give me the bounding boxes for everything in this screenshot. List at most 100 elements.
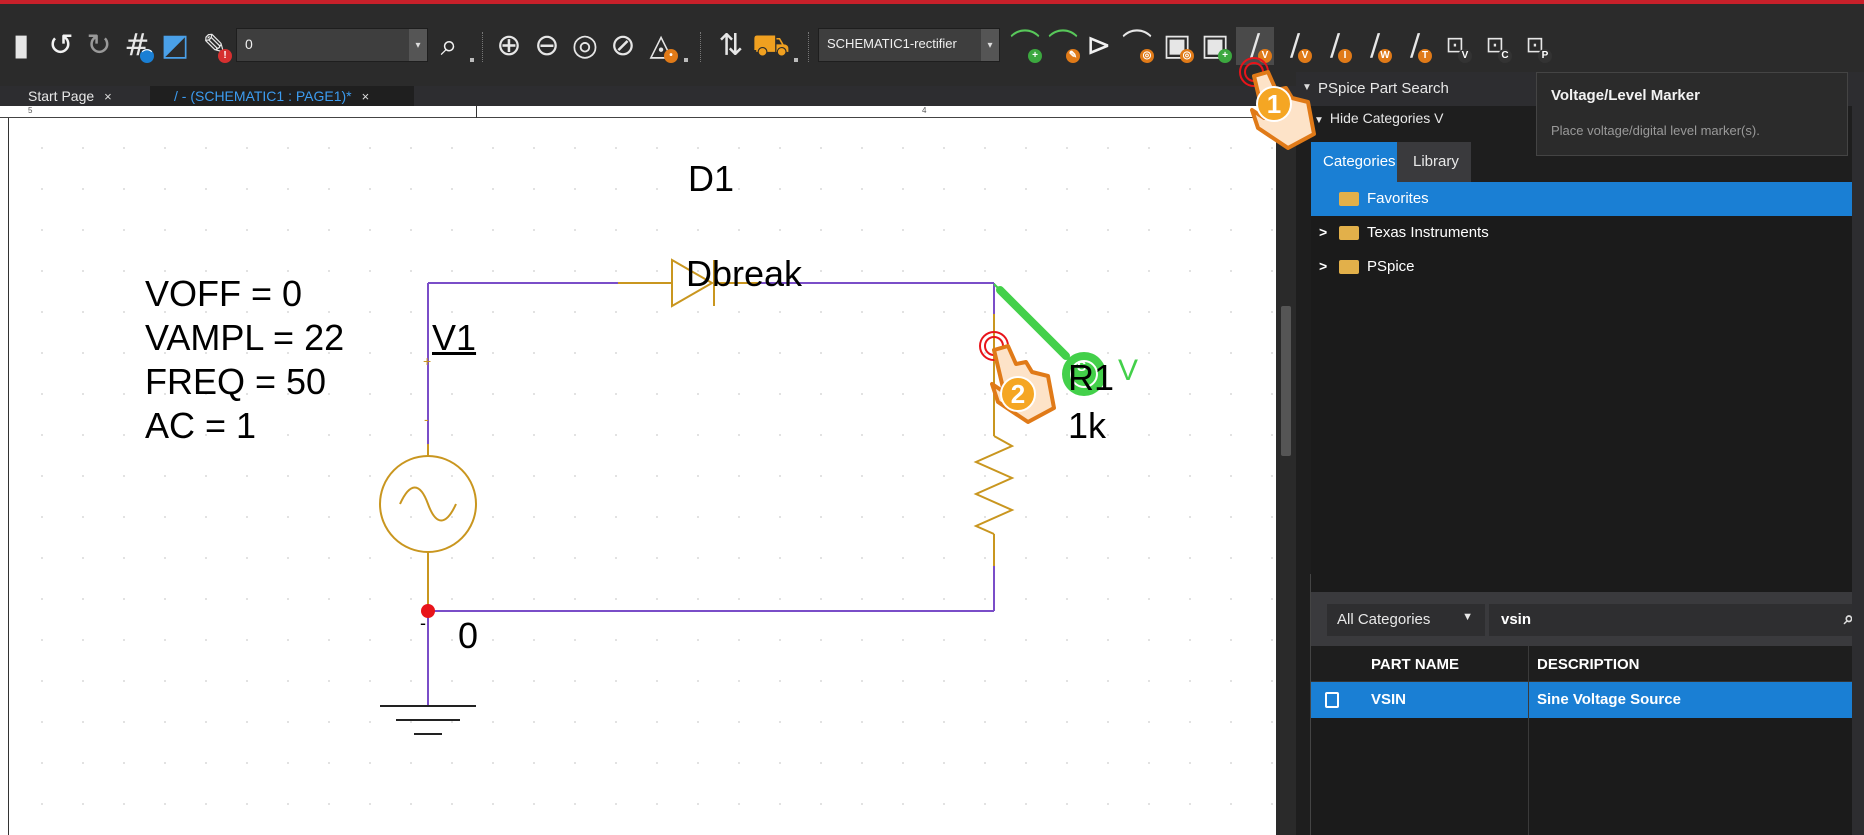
tooltip-description: Place voltage/digital level marker(s). [1551, 123, 1760, 138]
edit-profile-icon[interactable]: ⌒ ✎ [1044, 27, 1082, 65]
source-param-vampl[interactable]: VAMPL = 22 [145, 320, 344, 356]
tab-start-page[interactable]: Start Page × [0, 86, 150, 106]
vertical-scrollbar[interactable] [1276, 106, 1296, 835]
table-header: PART NAME DESCRIPTION [1311, 646, 1864, 682]
source-param-freq[interactable]: FREQ = 50 [145, 364, 326, 400]
chevron-down-icon[interactable]: ▼ [1462, 611, 1473, 623]
view-results-icon[interactable]: ⌒ ◎ [1118, 27, 1156, 65]
tree-item-label: Texas Instruments [1367, 224, 1489, 241]
tree-item-pspice[interactable]: > PSpice [1311, 250, 1864, 284]
grid-icon[interactable]: # ⌒ [118, 27, 156, 65]
panel-title: PSpice Part Search [1318, 80, 1449, 97]
folder-icon [1339, 192, 1359, 206]
design-select-value: SCHEMATIC1-rectifier [827, 36, 957, 51]
schematic-drawing [8, 118, 1276, 835]
chevron-down-icon[interactable]: ▾ [981, 29, 999, 61]
search-input-value: vsin [1501, 611, 1532, 628]
source-param-ac[interactable]: AC = 1 [145, 408, 256, 444]
app-window: ▮ ↺ ↻ # ⌒ ◩ ✎! 0 ▾ ⌕ ⊕ ⊖ ◎ ⊘ ◬ • ⇅ ⛟ SCHEM… [0, 0, 1864, 835]
new-profile-icon[interactable]: ⌒ + [1006, 27, 1044, 65]
toolbar-separator [482, 32, 483, 62]
chevron-right-icon[interactable]: > [1319, 258, 1327, 274]
undo-icon[interactable]: ↺ [42, 27, 80, 65]
document-tabbar: Start Page × / - (SCHEMATIC1 : PAGE1)* × [0, 86, 1296, 106]
paste-icon[interactable]: ▮ [2, 27, 40, 65]
cell-description: Sine Voltage Source [1537, 691, 1681, 708]
part-search-panel: ▼ PSpice Part Search ▼ Hide Categories V … [1296, 72, 1864, 835]
dropdown-dot[interactable] [470, 58, 474, 62]
resistor-value[interactable]: 1k [1068, 408, 1106, 444]
zoom-all-icon[interactable]: ⊘ [604, 27, 642, 65]
tree-item-label: Favorites [1367, 190, 1429, 207]
step-badge-1: 1 [1256, 86, 1292, 122]
chevron-down-icon[interactable]: ▾ [409, 29, 427, 61]
chevron-right-icon[interactable]: > [1319, 224, 1327, 240]
bias-current-icon[interactable]: ⊡ C [1476, 27, 1514, 65]
netlist-icon[interactable]: ▣ ◎ [1158, 27, 1196, 65]
temp-marker-icon[interactable]: ∕ T [1396, 27, 1434, 65]
part-chip-icon [1325, 692, 1339, 708]
tab-label: Start Page [28, 88, 95, 104]
area-select-icon[interactable]: ◩ [156, 27, 194, 65]
tab-schematic-page[interactable]: / - (SCHEMATIC1 : PAGE1)* × [150, 86, 414, 106]
resistor-ref[interactable]: R1 [1068, 360, 1114, 396]
bias-power-icon[interactable]: ⊡ P [1516, 27, 1554, 65]
drc-icon[interactable]: ✎! [196, 27, 234, 65]
cart-icon[interactable]: ⛟ [752, 27, 790, 65]
ground-label[interactable]: 0 [458, 618, 478, 654]
close-icon[interactable]: × [362, 89, 370, 104]
part-search-input[interactable]: vsin ⌕ [1489, 604, 1854, 636]
zoom-area-icon[interactable]: ◎ [566, 27, 604, 65]
dropdown-dot[interactable] [684, 58, 688, 62]
folder-icon [1339, 260, 1359, 274]
bias-voltage-icon[interactable]: ⊡ V [1436, 27, 1474, 65]
table-divider [1310, 574, 1311, 835]
diode-model[interactable]: Dbreak [686, 256, 802, 292]
folder-icon [1339, 226, 1359, 240]
tab-library[interactable]: Library [1397, 142, 1471, 182]
ruler-mark: 4 [922, 106, 927, 115]
zoom-value: 0 [245, 36, 253, 52]
category-tree: Favorites > Texas Instruments > PSpice [1311, 182, 1864, 592]
tooltip: Voltage/Level Marker Place voltage/digit… [1536, 72, 1848, 156]
tree-item-texas-instruments[interactable]: > Texas Instruments [1311, 216, 1864, 250]
tab-label: / - (SCHEMATIC1 : PAGE1)* [174, 88, 352, 104]
dropdown-dot[interactable] [794, 58, 798, 62]
page-ruler: 5 4 [0, 106, 1276, 118]
search-icon[interactable]: ⌕ [430, 27, 468, 65]
tree-item-favorites[interactable]: Favorites [1311, 182, 1864, 216]
source-minus: - [424, 411, 429, 427]
category-filter-value: All Categories [1337, 611, 1431, 628]
column-header-part-name[interactable]: PART NAME [1371, 656, 1459, 673]
power-marker-icon[interactable]: ∕ W [1356, 27, 1394, 65]
results-table: PART NAME DESCRIPTION VSIN Sine Voltage … [1311, 646, 1864, 835]
page-border [8, 118, 9, 835]
highlight-icon[interactable]: ◬ • [642, 27, 680, 65]
source-ref[interactable]: V1 [432, 320, 476, 356]
toolbar-separator [808, 32, 809, 62]
step-badge-2: 2 [1000, 376, 1036, 412]
zoom-in-icon[interactable]: ⊕ [490, 27, 528, 65]
category-filter-select[interactable]: All Categories ▼ [1327, 604, 1485, 636]
source-param-voff[interactable]: VOFF = 0 [145, 276, 302, 312]
zoom-out-icon[interactable]: ⊖ [528, 27, 566, 65]
cell-part-name: VSIN [1371, 691, 1407, 708]
ground-minus: - [420, 613, 426, 633]
annotate-icon[interactable]: ⇅ [712, 27, 750, 65]
design-select[interactable]: SCHEMATIC1-rectifier ▾ [818, 28, 1000, 62]
diode-ref[interactable]: D1 [688, 161, 734, 197]
panel-edge [1852, 72, 1864, 835]
ruler-mark: 5 [28, 106, 33, 115]
run-icon[interactable]: ⊳ [1080, 27, 1118, 65]
marker-label: V [1118, 354, 1139, 387]
schematic-canvas[interactable]: S V VOFF = 0 VAMPL = 22 FREQ = 50 AC = 1… [0, 106, 1276, 835]
close-icon[interactable]: × [104, 89, 112, 104]
hide-categories-label: Hide Categories V [1329, 110, 1444, 126]
table-row[interactable]: VSIN Sine Voltage Source [1311, 682, 1864, 718]
source-plus: + [423, 353, 432, 369]
column-header-description[interactable]: DESCRIPTION [1537, 656, 1640, 673]
zoom-combo[interactable]: 0 ▾ [236, 28, 428, 62]
hide-categories-toggle[interactable]: ▼ Hide Categories V [1314, 110, 1444, 126]
redo-icon[interactable]: ↻ [80, 27, 118, 65]
scroll-thumb[interactable] [1281, 306, 1291, 456]
